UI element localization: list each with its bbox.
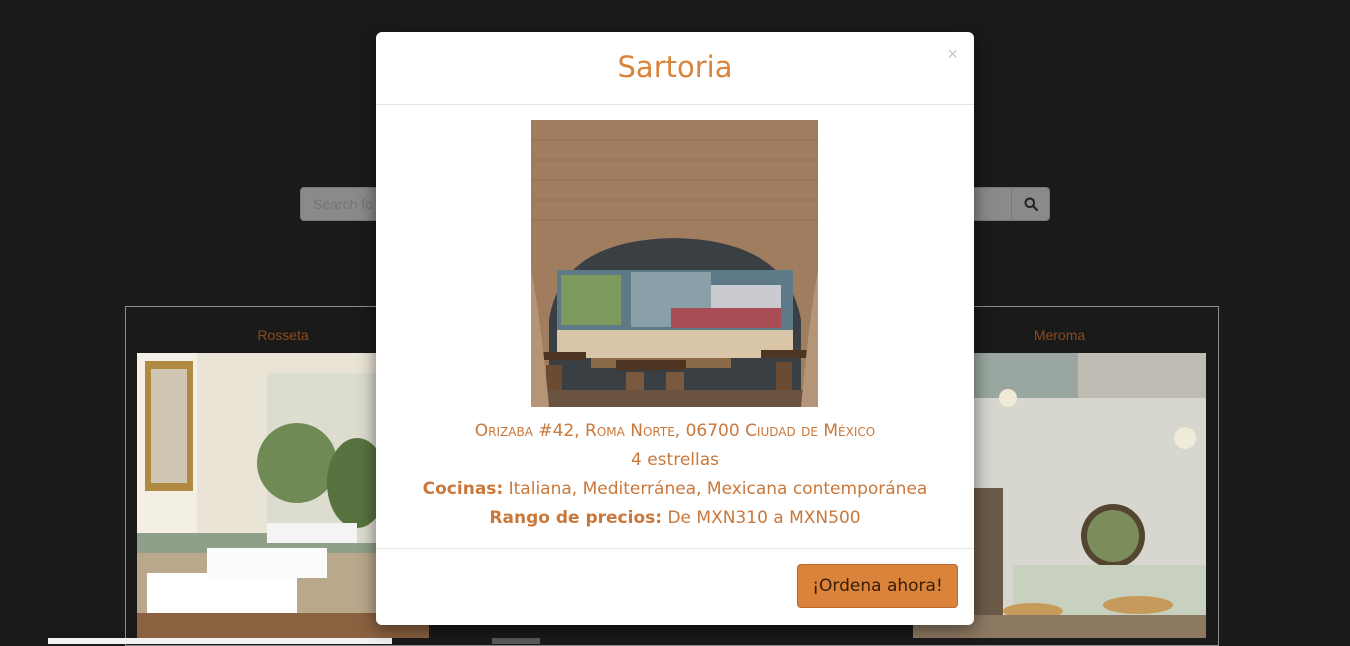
restaurant-photo xyxy=(531,120,818,407)
modal-title: Sartoria xyxy=(617,50,733,84)
restaurant-info: Orizaba #42, Roma Norte, 06700 Ciudad de… xyxy=(376,417,974,533)
restaurant-modal: Sartoria × Orizaba #42, Roma Norte, 0670… xyxy=(376,32,974,625)
cuisines-value: Italiana, Mediterránea, Mexicana contemp… xyxy=(503,479,928,499)
scrollbar-track[interactable] xyxy=(48,638,392,644)
close-icon[interactable]: × xyxy=(947,44,958,65)
search-button[interactable] xyxy=(1011,187,1050,221)
scrollbar-thumb[interactable] xyxy=(492,638,540,644)
price-value: De MXN310 a MXN500 xyxy=(662,508,861,528)
modal-header: Sartoria × xyxy=(376,32,974,105)
cuisines-label: Cocinas: xyxy=(422,479,504,499)
modal-body: Orizaba #42, Roma Norte, 06700 Ciudad de… xyxy=(376,105,974,549)
search-icon xyxy=(1024,197,1038,211)
restaurant-cuisines: Cocinas: Italiana, Mediterránea, Mexican… xyxy=(376,475,974,504)
restaurant-address: Orizaba #42, Roma Norte, 06700 Ciudad de… xyxy=(474,421,876,441)
order-now-button[interactable]: ¡Ordena ahora! xyxy=(797,564,958,608)
restaurant-price-range: Rango de precios: De MXN310 a MXN500 xyxy=(376,504,974,533)
price-label: Rango de precios: xyxy=(489,508,663,528)
restaurant-rating: 4 estrellas xyxy=(631,450,719,470)
